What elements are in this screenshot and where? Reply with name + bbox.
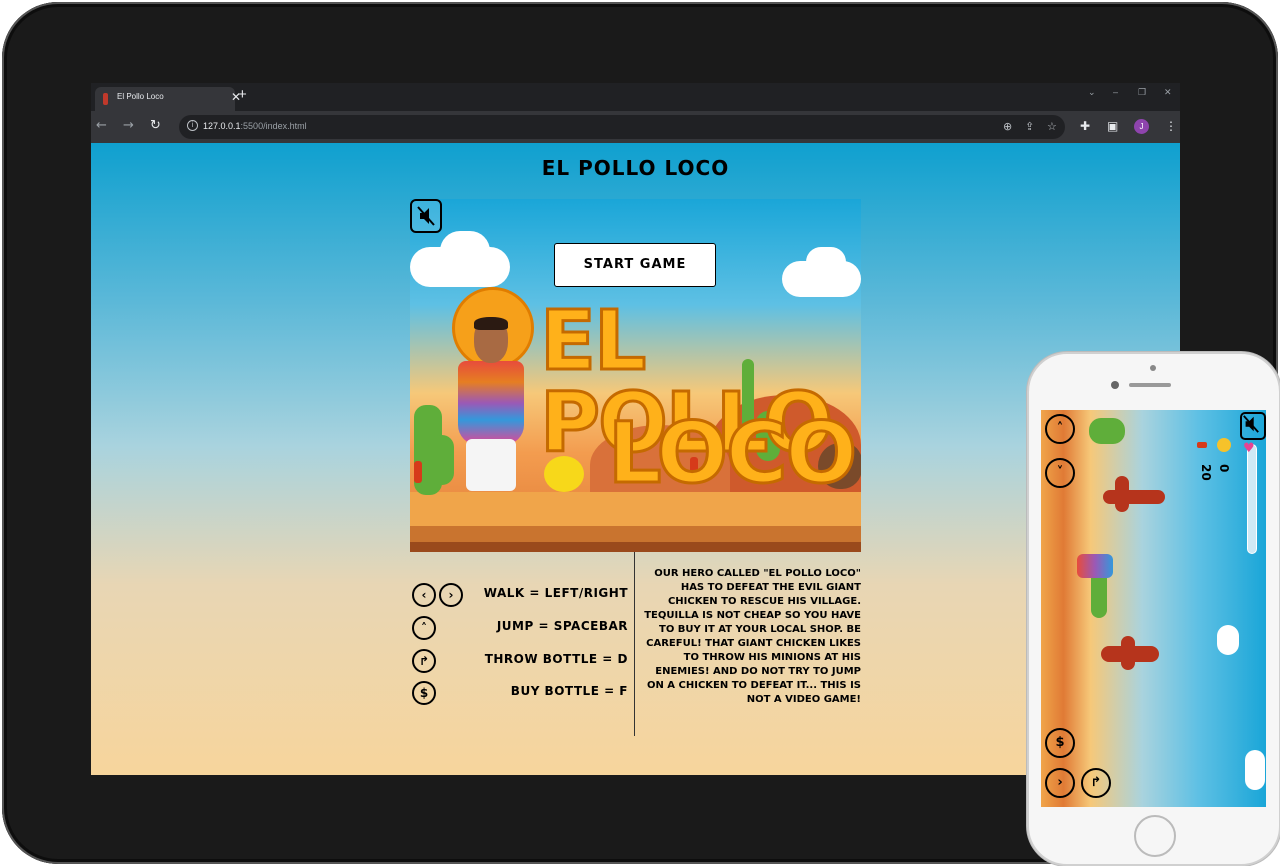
cactus bbox=[428, 435, 454, 485]
control-row-buy: $ BUY BOTTLE = F bbox=[412, 681, 628, 707]
cloud bbox=[1245, 750, 1265, 790]
control-label-walk: WALK = LEFT/RIGHT bbox=[483, 586, 628, 600]
extensions-puzzle-icon[interactable]: ✚ bbox=[1080, 119, 1090, 133]
money-bag-icon: $ bbox=[412, 681, 436, 705]
cloud bbox=[440, 231, 490, 271]
phone-home-button[interactable] bbox=[1134, 815, 1176, 857]
url-text: 127.0.0.1:5500/index.html bbox=[203, 121, 307, 131]
game-canvas[interactable]: EL POLLO LOCO START GAME bbox=[410, 199, 861, 552]
address-bar[interactable]: i 127.0.0.1:5500/index.html ⊕ ⇪ ☆ bbox=[179, 115, 1065, 139]
health-bar bbox=[1247, 444, 1257, 554]
hero-hair bbox=[474, 317, 508, 330]
page-content: EL POLLO LOCO EL POLLO LOCO START GAME ‹… bbox=[91, 143, 1180, 775]
arrow-up-icon: ˄ bbox=[412, 616, 436, 640]
speaker-mute-icon bbox=[417, 206, 435, 226]
zoom-icon[interactable]: ⊕ bbox=[1003, 120, 1012, 133]
cactus bbox=[1103, 490, 1165, 504]
reload-icon[interactable]: ↻ bbox=[150, 118, 161, 133]
control-label-throw: THROW BOTTLE = D bbox=[484, 652, 628, 666]
phone-speaker bbox=[1129, 383, 1171, 387]
page-title: EL POLLO LOCO bbox=[541, 156, 730, 180]
bottle-favicon-icon bbox=[103, 93, 108, 105]
browser-toolbar: ← → ↻ i 127.0.0.1:5500/index.html ⊕ ⇪ ☆ … bbox=[91, 111, 1180, 143]
browser-tab-bar: El Pollo Loco ✕ + ⌄ – ❐ ✕ bbox=[91, 83, 1180, 111]
tab-search-icon[interactable]: ⌄ bbox=[1088, 87, 1096, 98]
story-text: Our hero called "El Pollo Loco" has to d… bbox=[644, 568, 861, 705]
hero-pants bbox=[466, 439, 516, 491]
cloud bbox=[1217, 625, 1239, 655]
hero-poncho bbox=[458, 361, 524, 445]
phone-frame: ˄ ˅ $ › ↱ ♥ 0 20 bbox=[1027, 352, 1280, 866]
control-row-walk: ‹ › WALK = LEFT/RIGHT bbox=[412, 583, 628, 609]
mute-button[interactable] bbox=[410, 199, 442, 233]
cloud bbox=[806, 247, 846, 277]
cactus bbox=[1121, 636, 1135, 670]
section-divider bbox=[634, 552, 635, 736]
phone-buy-button[interactable]: $ bbox=[1045, 728, 1075, 758]
phone-up-button[interactable]: ˄ bbox=[1045, 414, 1075, 444]
new-tab-button[interactable]: + bbox=[238, 86, 247, 103]
arrow-left-icon: ‹ bbox=[412, 583, 436, 607]
phone-mute-button[interactable] bbox=[1240, 412, 1266, 440]
phone-right-button[interactable]: › bbox=[1045, 768, 1075, 798]
phone-down-button[interactable]: ˅ bbox=[1045, 458, 1075, 488]
bottle-icon bbox=[1197, 442, 1207, 448]
browser-tab[interactable]: El Pollo Loco ✕ bbox=[95, 87, 241, 111]
share-icon[interactable]: ⇪ bbox=[1025, 120, 1034, 133]
ground-layer bbox=[410, 542, 861, 552]
cactus bbox=[1089, 418, 1125, 444]
control-row-throw: ↱ THROW BOTTLE = D bbox=[412, 649, 628, 675]
start-game-button[interactable]: START GAME bbox=[554, 243, 716, 287]
profile-avatar[interactable]: J bbox=[1134, 119, 1149, 134]
close-window-button[interactable]: ✕ bbox=[1164, 87, 1172, 98]
restore-button[interactable]: ❐ bbox=[1138, 87, 1146, 98]
cactus bbox=[1115, 476, 1129, 512]
coin-count: 0 bbox=[1217, 464, 1231, 473]
heart-icon: ♥ bbox=[1243, 441, 1255, 456]
phone-game-screen[interactable]: ˄ ˅ $ › ↱ ♥ 0 20 bbox=[1041, 410, 1266, 807]
side-panel-icon[interactable]: ▣ bbox=[1107, 119, 1118, 133]
logo-line-2: LOCO bbox=[607, 404, 859, 502]
speaker-mute-icon bbox=[1243, 415, 1259, 433]
forward-arrow-icon[interactable]: → bbox=[123, 118, 134, 133]
control-row-jump: ˄ JUMP = SPACEBAR bbox=[412, 616, 628, 642]
minimize-button[interactable]: – bbox=[1113, 87, 1118, 97]
controls-panel: ‹ › WALK = LEFT/RIGHT ˄ JUMP = SPACEBAR … bbox=[410, 552, 634, 736]
arrow-right-icon: › bbox=[439, 583, 463, 607]
bottle-count: 20 bbox=[1199, 464, 1213, 481]
phone-sensor bbox=[1150, 365, 1156, 371]
site-info-icon[interactable]: i bbox=[187, 120, 198, 131]
control-label-jump: JUMP = SPACEBAR bbox=[496, 619, 628, 633]
throw-arrow-icon: ↱ bbox=[412, 649, 436, 673]
hero-sprite bbox=[1077, 554, 1113, 578]
tablet-screen: El Pollo Loco ✕ + ⌄ – ❐ ✕ ← → ↻ i 127.0.… bbox=[91, 83, 1180, 775]
back-arrow-icon[interactable]: ← bbox=[96, 118, 107, 133]
phone-camera bbox=[1111, 381, 1119, 389]
coin-icon bbox=[1217, 438, 1231, 452]
phone-throw-button[interactable]: ↱ bbox=[1081, 768, 1111, 798]
bookmark-star-icon[interactable]: ☆ bbox=[1047, 120, 1057, 133]
menu-dots-icon[interactable]: ⋮ bbox=[1165, 119, 1177, 133]
tab-title: El Pollo Loco bbox=[117, 92, 164, 101]
salsa-bottle bbox=[414, 461, 422, 483]
control-label-buy: BUY BOTTLE = F bbox=[510, 684, 628, 698]
